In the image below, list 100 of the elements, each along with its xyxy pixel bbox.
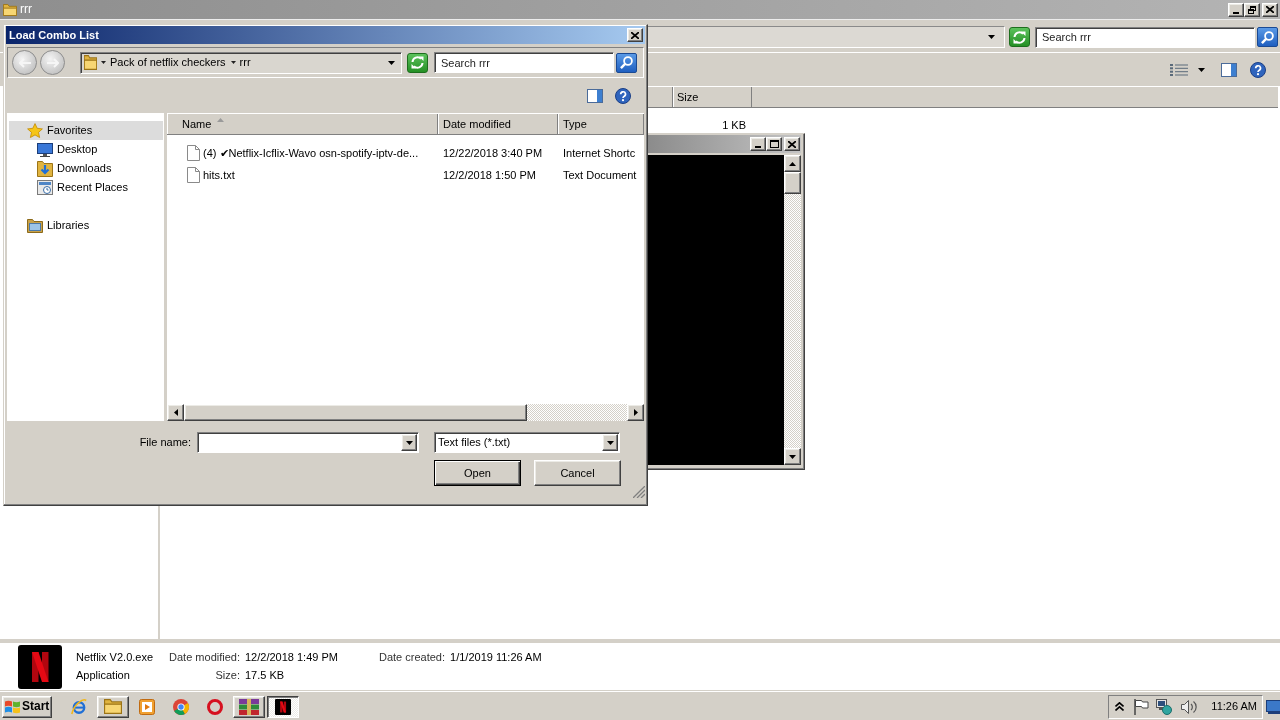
vertical-scrollbar[interactable] — [784, 155, 801, 465]
nav-item[interactable]: Favorites — [9, 121, 163, 140]
close-button[interactable] — [627, 28, 643, 42]
forward-button[interactable] — [40, 50, 65, 75]
minimize-button[interactable] — [750, 137, 766, 151]
file-type: Text Document — [563, 168, 637, 182]
minimize-icon — [755, 146, 761, 148]
preview-pane-icon[interactable] — [587, 89, 603, 103]
start-button[interactable]: Start — [2, 695, 52, 718]
help-icon[interactable] — [1250, 61, 1266, 78]
field-value: 12/2/2018 1:49 PM — [245, 651, 338, 664]
maximize-icon — [769, 140, 779, 148]
left-arrow-icon — [173, 409, 178, 416]
refresh-icon — [411, 56, 424, 69]
play-icon — [139, 698, 155, 715]
flag-logo-icon — [5, 699, 20, 714]
file-type: Internet Shortc — [563, 146, 636, 160]
preview-pane-icon[interactable] — [1221, 62, 1237, 77]
segmented-circle-icon — [173, 698, 189, 715]
folder-icon — [3, 3, 17, 16]
resize-grip-icon[interactable] — [633, 486, 645, 498]
nav-item[interactable]: Desktop — [9, 140, 163, 159]
column-header[interactable]: Type — [558, 114, 644, 134]
show-hidden-icons-button[interactable] — [1114, 699, 1126, 714]
search-icon — [1261, 30, 1274, 44]
views-icon[interactable] — [1170, 63, 1188, 76]
dropdown-button[interactable] — [401, 434, 417, 451]
close-icon — [788, 140, 796, 148]
breadcrumb-item[interactable]: Pack of netflix checkers — [109, 54, 227, 71]
recent-places-icon — [37, 180, 53, 195]
app-icon — [275, 698, 291, 715]
flag-icon[interactable] — [1134, 698, 1150, 715]
right-arrow-icon — [46, 57, 59, 68]
nav-item[interactable]: Recent Places — [9, 178, 163, 197]
monitor-icon — [1266, 699, 1280, 714]
search-button[interactable] — [616, 52, 637, 73]
search-field[interactable]: Search rrr — [1035, 26, 1255, 48]
dropdown-button[interactable] — [602, 434, 618, 451]
left-arrow-icon — [18, 57, 31, 68]
file-size: 1 KB — [722, 119, 746, 132]
close-icon — [631, 31, 639, 39]
download-folder-icon — [37, 160, 53, 177]
column-header[interactable]: Name — [167, 114, 438, 134]
dropdown-icon[interactable] — [388, 60, 395, 65]
library-folder-icon — [27, 218, 43, 233]
scroll-thumb[interactable] — [184, 404, 527, 421]
column-header[interactable]: Date modified — [438, 114, 558, 134]
taskbar-button[interactable] — [267, 695, 299, 718]
close-icon — [1266, 6, 1274, 13]
restore-icon — [1248, 5, 1256, 14]
restore-button[interactable] — [1244, 2, 1260, 17]
address-bar[interactable]: Pack of netflix checkers rrr — [80, 51, 402, 74]
orbit-icon — [71, 698, 87, 715]
down-arrow-icon — [789, 454, 796, 459]
refresh-button[interactable] — [1009, 27, 1030, 47]
file-name: (4) ✔Netflix-Icflix-Wavo osn-spotify-iptv-de... — [203, 146, 419, 160]
field-label: File name: — [139, 436, 191, 449]
search-button[interactable] — [1257, 27, 1278, 47]
search-field[interactable]: Search rrr — [434, 52, 614, 73]
maximize-button[interactable] — [766, 137, 782, 151]
document-icon — [187, 145, 200, 161]
scroll-thumb[interactable] — [784, 172, 801, 194]
help-icon[interactable] — [615, 88, 631, 104]
monitor-icon — [37, 142, 53, 157]
breadcrumb-item[interactable]: rrr — [238, 54, 252, 71]
scroll-up-button[interactable] — [784, 155, 801, 172]
nav-item[interactable]: Libraries — [9, 216, 163, 235]
chevron-icon — [1115, 702, 1125, 711]
back-button[interactable] — [12, 50, 37, 75]
dialog-button[interactable]: Cancel — [534, 460, 621, 486]
dialog-button[interactable]: Open — [434, 460, 521, 486]
dropdown-icon[interactable] — [1198, 67, 1205, 72]
file-type: Application — [76, 669, 130, 682]
horizontal-scrollbar[interactable] — [167, 404, 644, 421]
folder-icon — [104, 699, 122, 714]
folder-icon — [84, 55, 97, 70]
close-button[interactable] — [1262, 2, 1278, 17]
window-title: rrr — [20, 3, 32, 16]
document-icon — [187, 167, 200, 183]
dropdown-icon[interactable] — [988, 35, 995, 39]
refresh-button[interactable] — [407, 52, 428, 73]
scroll-left-button[interactable] — [167, 404, 184, 421]
scroll-right-button[interactable] — [627, 404, 644, 421]
field-label: Size: — [215, 669, 240, 682]
nav-item[interactable]: Downloads — [9, 159, 163, 178]
date-modified: 12/2/2018 1:50 PM — [443, 168, 536, 182]
column-header[interactable]: Size — [673, 87, 752, 107]
right-arrow-icon — [633, 409, 638, 416]
clock: 11:26 AM — [1211, 700, 1257, 713]
star-icon — [27, 123, 43, 138]
scroll-down-button[interactable] — [784, 448, 801, 465]
field-label: Date created: — [379, 651, 446, 664]
close-button[interactable] — [784, 137, 800, 151]
minimize-button[interactable] — [1228, 2, 1244, 17]
speaker-icon[interactable] — [1181, 699, 1198, 714]
file-name-field[interactable] — [197, 432, 419, 453]
network-icon[interactable] — [1156, 698, 1173, 715]
show-desktop-button[interactable] — [1266, 699, 1280, 714]
file-type-dropdown[interactable]: Text files (*.txt) — [434, 432, 620, 453]
app-icon — [18, 644, 62, 689]
